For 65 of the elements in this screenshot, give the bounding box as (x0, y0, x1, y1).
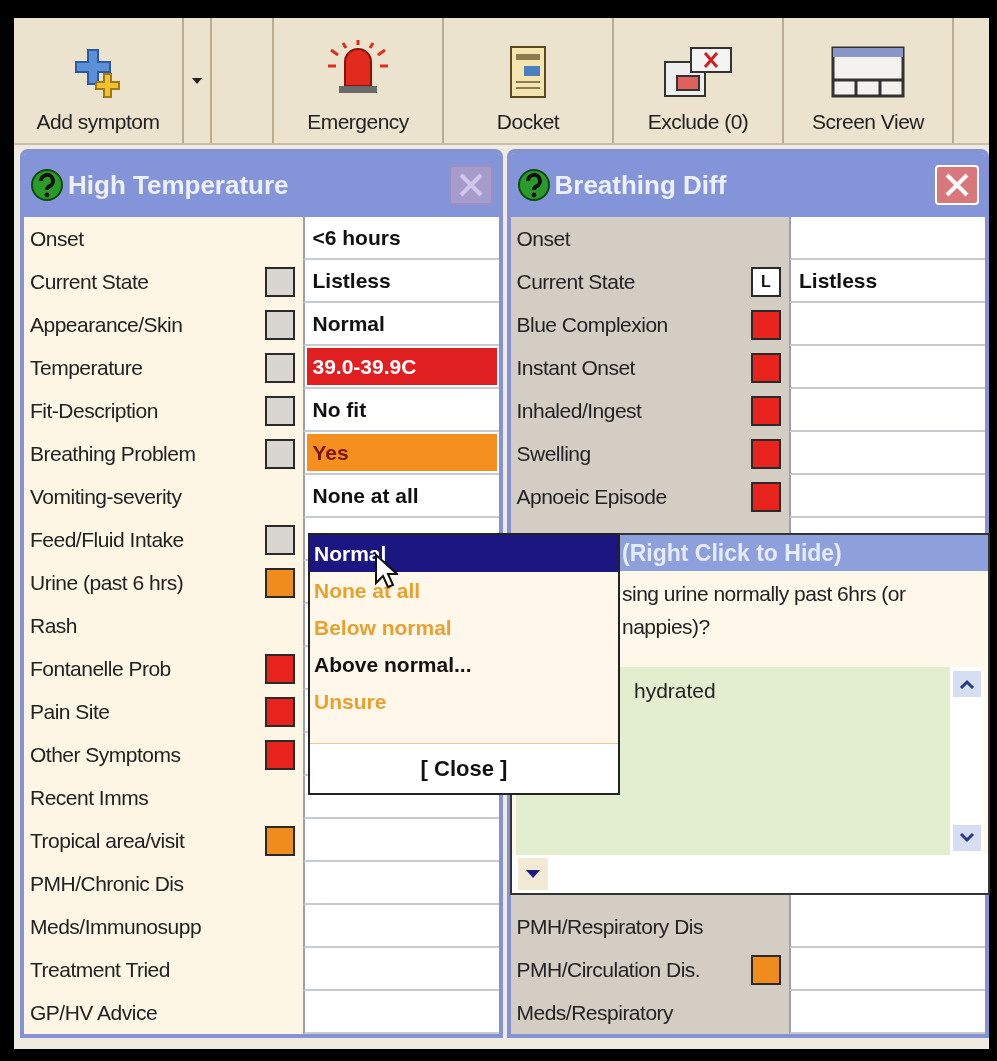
value-field[interactable] (789, 991, 985, 1034)
value-field[interactable] (789, 217, 985, 260)
letter-flag: L (751, 266, 781, 297)
row-label: PMH/Chronic Dis (30, 870, 184, 897)
row-label: Feed/Fluid Intake (30, 526, 184, 553)
row-label: GP/HV Advice (30, 999, 158, 1026)
close-icon (457, 172, 484, 198)
question-text: sing urine normally past 6hrs (or nappies)? (621, 581, 907, 640)
value-field[interactable] (789, 432, 985, 475)
panel-title: Breathing Diff (554, 168, 728, 202)
row-label: Onset (516, 225, 571, 252)
document-icon (508, 43, 548, 100)
scrollbar[interactable] (950, 667, 984, 855)
value-field[interactable] (789, 303, 985, 346)
help-icon (30, 168, 64, 202)
value-field[interactable] (789, 389, 985, 432)
row-label: PMH/Respiratory Dis (516, 913, 704, 940)
value-field[interactable] (302, 991, 499, 1034)
row-label: Urine (past 6 hrs) (30, 569, 184, 596)
close-icon (944, 172, 970, 198)
value-field[interactable] (789, 948, 985, 991)
toolbar-button[interactable]: Exclude (0) (614, 18, 784, 143)
row-label: Recent Imms (30, 784, 149, 811)
toolbar-button[interactable]: Add symptom (14, 18, 184, 143)
row-label: Other Symptoms (30, 741, 181, 768)
row-label: Temperature (30, 354, 143, 381)
row-label: Blue Complexion (516, 311, 668, 338)
value-field[interactable] (789, 346, 985, 389)
value-field[interactable] (302, 862, 499, 905)
help-icon (516, 168, 551, 202)
popup-title: (Right Click to Hide) (622, 538, 842, 568)
row-label: Breathing Problem (30, 440, 196, 467)
scroll-down-icon[interactable] (953, 825, 981, 851)
row-label: Meds/Respiratory (516, 999, 674, 1026)
row-label: Pain Site (30, 698, 110, 725)
row-label: Swelling (516, 440, 591, 467)
row-label: Meds/Immunosupp (30, 913, 202, 940)
row-label: Fontanelle Prob (30, 655, 171, 682)
expand-icon[interactable] (518, 858, 548, 890)
toolbar-button[interactable]: Docket (444, 18, 614, 143)
row-label: Current State (30, 268, 149, 295)
row-label: Rash (30, 612, 78, 639)
row-label: Fit-Description (30, 397, 158, 424)
row-label: Apnoeic Episode (516, 483, 667, 510)
close-button[interactable]: [ Close ] (310, 743, 618, 793)
value-field[interactable] (302, 819, 499, 862)
row-label: Treatment Tried (30, 956, 170, 983)
scroll-up-icon[interactable] (953, 671, 981, 697)
dropdown-option[interactable]: Normal (310, 535, 618, 572)
caret-icon (192, 77, 202, 84)
value-field[interactable] (302, 948, 499, 991)
row-label: Onset (30, 225, 84, 252)
value-field[interactable] (789, 905, 985, 948)
row-label: Tropical area/visit (30, 827, 185, 854)
row-label: PMH/Circulation Dis. (516, 956, 701, 983)
toolbar-button[interactable]: Screen View (784, 18, 954, 143)
value-field[interactable] (789, 475, 985, 518)
row-label: Inhaled/Ingest (516, 397, 642, 424)
row-label: Current State (516, 268, 635, 295)
row-label: Instant Onset (516, 354, 635, 381)
panel-title: High Temperature (68, 168, 290, 202)
toolbar-button[interactable]: Emergency (274, 18, 444, 143)
row-label: Appearance/Skin (30, 311, 183, 338)
row-label: Vomiting-severity (30, 483, 182, 510)
value-field[interactable] (302, 905, 499, 948)
